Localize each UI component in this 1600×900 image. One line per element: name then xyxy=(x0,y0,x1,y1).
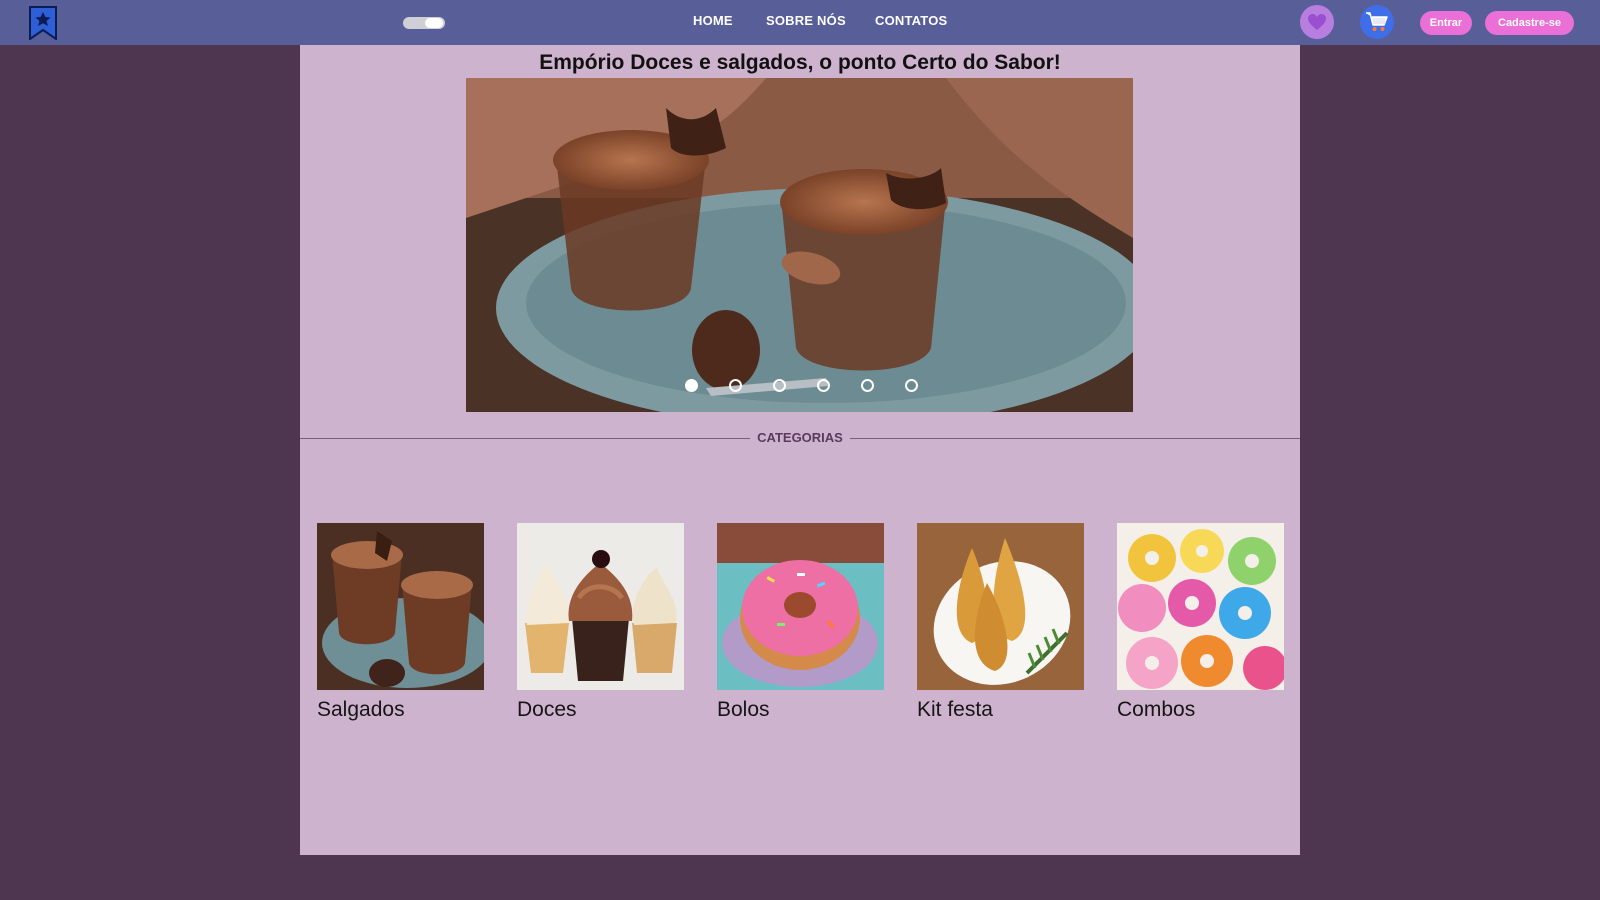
hero-carousel[interactable] xyxy=(466,78,1133,412)
category-label-doces: Doces xyxy=(517,698,577,721)
carousel-dot-3[interactable] xyxy=(773,379,786,392)
chocolate-mousse-image xyxy=(466,78,1133,412)
category-image-kit-festa xyxy=(917,523,1084,690)
theme-toggle-knob xyxy=(425,18,443,28)
category-image-doces xyxy=(517,523,684,690)
category-image-salgados xyxy=(317,523,484,690)
nav-contatos-link[interactable]: CONTATOS xyxy=(875,13,947,28)
carousel-dot-1[interactable] xyxy=(685,379,698,392)
carousel-dot-5[interactable] xyxy=(861,379,874,392)
category-image-bolos xyxy=(717,523,884,690)
category-image-combos xyxy=(1117,523,1284,690)
theme-toggle[interactable] xyxy=(403,17,445,29)
carousel-dot-2[interactable] xyxy=(729,379,742,392)
heart-icon[interactable] xyxy=(1300,5,1334,39)
carousel-dot-4[interactable] xyxy=(817,379,830,392)
category-card-doces[interactable]: Doces xyxy=(517,523,684,722)
category-card-kit-festa[interactable]: Kit festa xyxy=(917,523,1084,722)
section-title: CATEGORIAS xyxy=(750,430,850,445)
carousel-indicators xyxy=(466,379,1133,392)
carousel-dot-6[interactable] xyxy=(905,379,918,392)
cart-icon[interactable] xyxy=(1360,5,1394,39)
hero-title: Empório Doces e salgados, o ponto Certo … xyxy=(539,51,1061,74)
bookmark-star-icon[interactable] xyxy=(28,6,58,41)
category-card-bolos[interactable]: Bolos xyxy=(717,523,884,722)
category-card-combos[interactable]: Combos xyxy=(1117,523,1284,722)
nav-sobre-nos-link[interactable]: SOBRE NÓS xyxy=(766,13,846,28)
category-label-kit-festa: Kit festa xyxy=(917,698,993,721)
signup-button[interactable]: Cadastre-se xyxy=(1485,11,1574,35)
login-button[interactable]: Entrar xyxy=(1420,11,1472,35)
nav-home-link[interactable]: HOME xyxy=(693,13,733,28)
main-panel: Empório Doces e salgados, o ponto Certo … xyxy=(300,45,1300,855)
category-label-combos: Combos xyxy=(1117,698,1196,721)
top-navigation-bar: HOME SOBRE NÓS CONTATOS Entrar Cadastre-… xyxy=(0,0,1600,45)
category-label-bolos: Bolos xyxy=(717,698,770,721)
category-card-salgados[interactable]: Salgados xyxy=(317,523,484,722)
category-label-salgados: Salgados xyxy=(317,698,405,721)
